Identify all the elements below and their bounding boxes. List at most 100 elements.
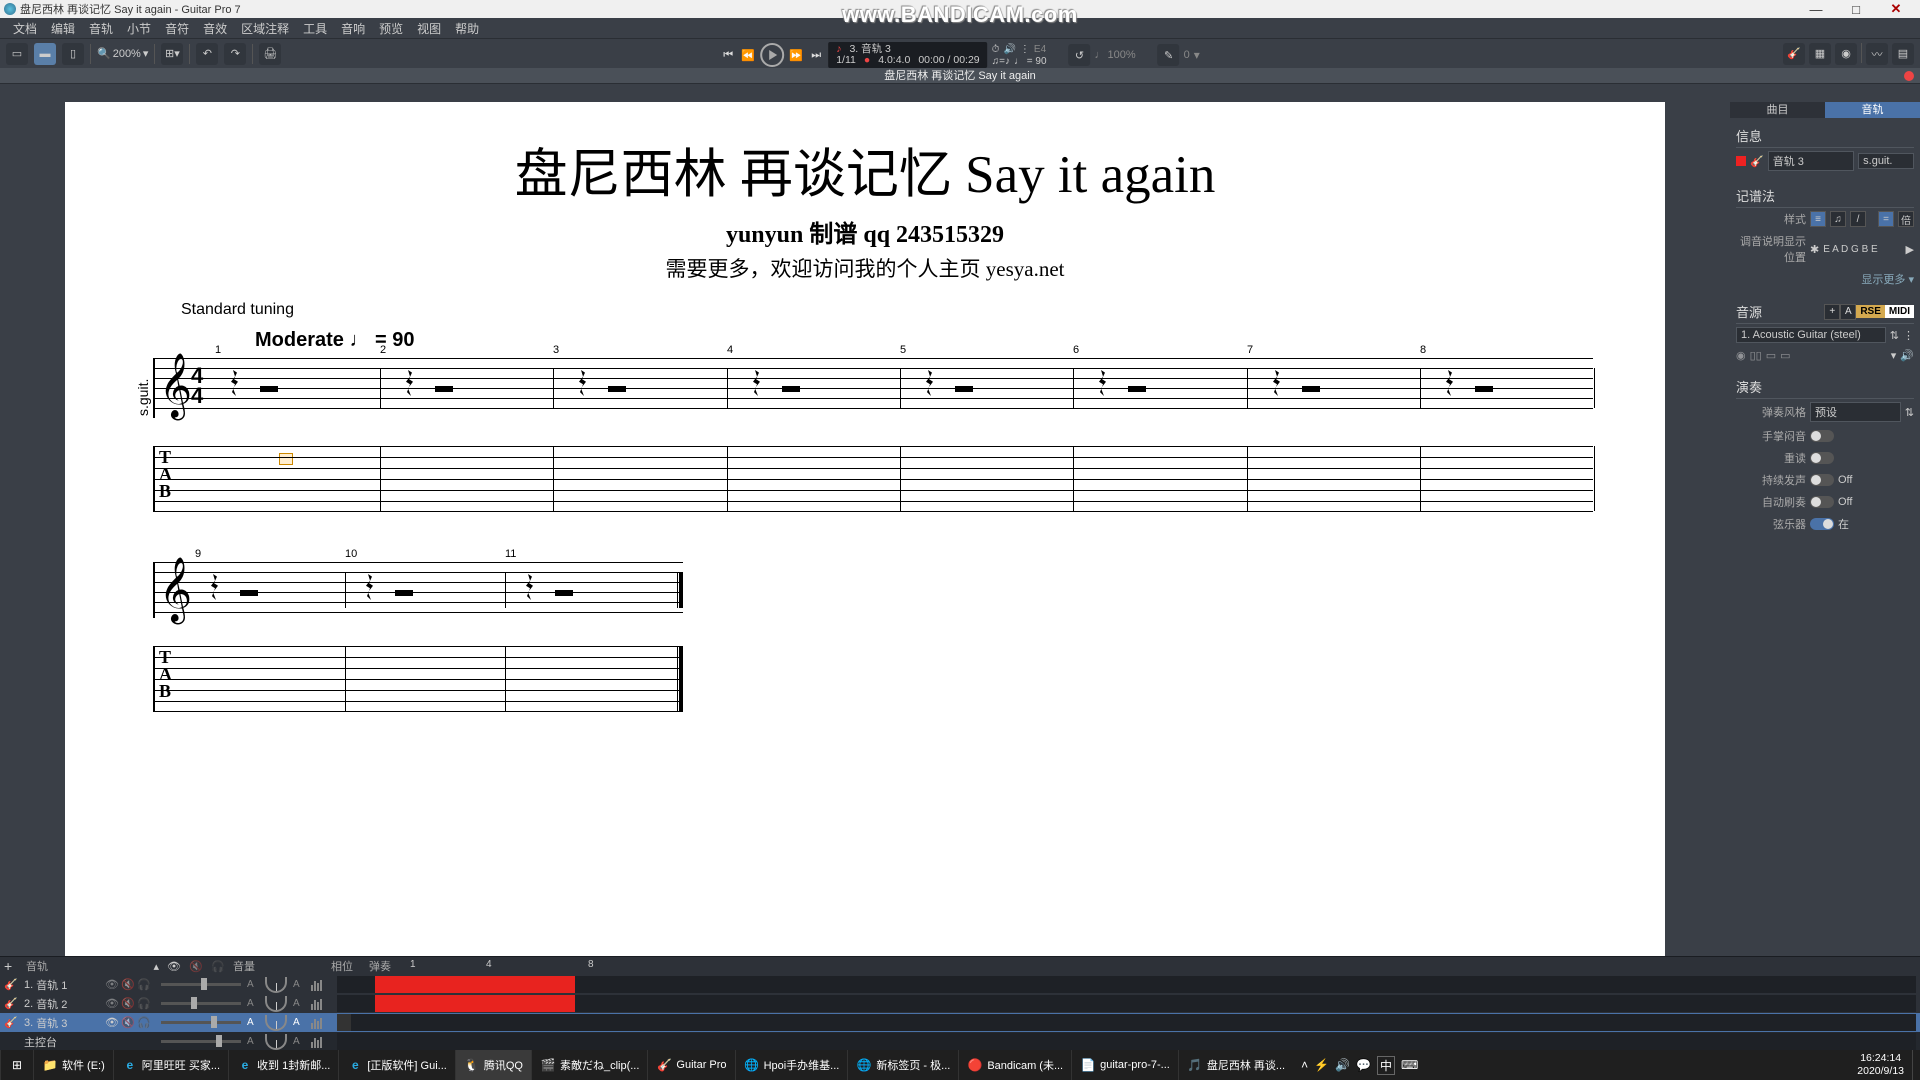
taskbar-item[interactable]: 🐧腾讯QQ (455, 1050, 531, 1080)
sound-options-icon[interactable]: ⇅ (1890, 329, 1899, 342)
palm-mute-toggle[interactable] (1810, 430, 1834, 442)
taskbar-clock[interactable]: 16:24:14 2020/9/13 (1849, 1052, 1912, 1078)
track-row[interactable]: 🎸 3.音轨 3 👁🔇🎧 A A (0, 1013, 1920, 1032)
document-tab[interactable]: 盘尼西林 再谈记忆 Say it again (0, 68, 1920, 84)
taskbar-item[interactable]: 🎬素敵だね_clip(... (531, 1050, 647, 1080)
taskbar-item[interactable]: 📄guitar-pro-7-... (1071, 1050, 1178, 1080)
add-sound-button[interactable]: + (1824, 304, 1840, 320)
tray-icon[interactable]: ⚡ (1314, 1058, 1329, 1072)
sound-menu-icon[interactable]: ⋮ (1903, 329, 1914, 342)
autobrush-toggle[interactable] (1810, 496, 1834, 508)
maximize-button[interactable]: □ (1836, 2, 1876, 17)
menu-section[interactable]: 区域注释 (234, 20, 296, 37)
volume-slider[interactable] (161, 983, 241, 986)
show-desktop-button[interactable] (1912, 1050, 1920, 1080)
style-opt2[interactable]: ♫ (1830, 211, 1846, 227)
style-opt3[interactable]: / (1850, 211, 1866, 227)
tray-icon[interactable]: 🔊 (1335, 1058, 1350, 1072)
taskbar-item[interactable]: 🎵盘尼西林 再谈... (1178, 1050, 1293, 1080)
solo-icon[interactable]: 🎧 (137, 1016, 149, 1029)
track-row[interactable]: 🎸 2.音轨 2 👁🔇🎧 A A (0, 994, 1920, 1013)
mute-icon[interactable]: 🔇 (121, 1016, 133, 1029)
volume-slider[interactable] (161, 1040, 241, 1043)
rewind-button[interactable]: ⏪ (740, 47, 756, 63)
eye-icon[interactable]: 👁 (105, 978, 117, 991)
solo-icon[interactable]: 🎧 (137, 997, 149, 1010)
fx2-icon[interactable]: ▭ (1780, 349, 1790, 362)
menu-bar-item[interactable]: 小节 (120, 20, 158, 37)
collapse-icon[interactable]: ▴ (109, 960, 159, 973)
auto-button[interactable]: A (247, 1017, 259, 1028)
auto-button[interactable]: A (247, 998, 259, 1009)
guitar-icon[interactable]: 🎸 (1783, 43, 1805, 65)
menu-sound[interactable]: 音响 (334, 20, 372, 37)
tray-icon[interactable]: 💬 (1356, 1058, 1371, 1072)
taskbar-item[interactable]: 🌐新标签页 - 极... (847, 1050, 958, 1080)
track-short-input[interactable]: s.guit. (1858, 153, 1914, 169)
score-viewport[interactable]: 盘尼西林 再谈记忆 Say it again yunyun 制谱 qq 2435… (0, 102, 1730, 956)
menu-tools[interactable]: 工具 (296, 20, 334, 37)
rewind-start-button[interactable]: ⏮ (720, 47, 736, 63)
rse-badge[interactable]: RSE (1856, 305, 1885, 318)
forward-end-button[interactable]: ⏭ (808, 47, 824, 63)
taskbar-item[interactable]: 📁软件 (E:) (33, 1050, 113, 1080)
strum-select[interactable]: 预设 (1810, 402, 1901, 422)
pan-knob[interactable] (265, 977, 287, 993)
track-color-swatch[interactable] (1736, 156, 1746, 166)
system-tray[interactable]: ˄ ⚡ 🔊 💬 中 ⌨ (1293, 1056, 1426, 1075)
solo-icon[interactable]: 🎧 (137, 978, 149, 991)
sustain-toggle[interactable] (1810, 474, 1834, 486)
track-row[interactable]: 🎸 1.音轨 1 👁🔇🎧 A A (0, 975, 1920, 994)
eye-icon[interactable]: 👁 (105, 997, 117, 1010)
eq-icon[interactable]: ▯▯ (1750, 349, 1762, 362)
menu-note[interactable]: 音符 (158, 20, 196, 37)
eq-icon[interactable] (311, 998, 331, 1010)
menu-effect[interactable]: 音效 (196, 20, 234, 37)
taskbar-item[interactable]: 🔴Bandicam (未... (958, 1050, 1071, 1080)
sound-select[interactable]: 1. Acoustic Guitar (steel) (1736, 327, 1886, 343)
track-timeline[interactable] (337, 1014, 1916, 1031)
redo-button[interactable]: ↷ (224, 43, 246, 65)
zoom-control[interactable]: 🔍 200% ▾ (97, 47, 148, 60)
fx-icon[interactable]: ▭ (1766, 349, 1776, 362)
tuner-icon[interactable]: 〰 (1866, 43, 1888, 65)
add-track-button[interactable]: + (4, 958, 18, 974)
mute-icon[interactable]: 🔇 (121, 978, 133, 991)
metronome-icon[interactable]: 🔊 (1003, 44, 1015, 55)
notation-staff[interactable]: 𝄞 9 10 11 (153, 562, 683, 618)
layout-icon[interactable]: ⊞▾ (161, 43, 183, 65)
accent-toggle[interactable] (1810, 452, 1834, 464)
style-opt5[interactable]: 倍 (1898, 211, 1914, 227)
tab-song[interactable]: 曲目 (1730, 102, 1825, 118)
track-name-input[interactable]: 音轨 3 (1768, 151, 1854, 171)
menu-help[interactable]: 帮助 (448, 20, 486, 37)
notation-staff[interactable]: 𝄞 44 1 2 3 4 5 6 7 8 (153, 358, 1593, 418)
volume-icon[interactable]: 🔊 (1900, 349, 1914, 362)
pan-knob[interactable] (265, 1015, 287, 1031)
a-button[interactable]: A (1840, 304, 1856, 320)
taskbar-item[interactable]: e收到 1封新邮... (228, 1050, 338, 1080)
volume-slider[interactable] (161, 1021, 241, 1024)
settings-icon[interactable]: ⋮ (1020, 44, 1030, 55)
tab-staff[interactable]: TAB (153, 646, 683, 712)
eq-icon[interactable] (311, 1017, 331, 1029)
speed-display[interactable]: 100% (1108, 49, 1136, 61)
volume-slider[interactable] (161, 1002, 241, 1005)
minimize-button[interactable]: — (1796, 2, 1836, 17)
tuning-fork-icon[interactable]: ✎ (1158, 44, 1180, 66)
loop-button[interactable]: ↺ (1069, 44, 1091, 66)
taskbar-item[interactable]: e[正版软件] Gui... (338, 1050, 454, 1080)
tab-staff[interactable]: TAB (153, 446, 1593, 512)
midi-badge[interactable]: MIDI (1885, 305, 1914, 318)
pan-knob[interactable] (265, 996, 287, 1012)
forward-button[interactable]: ⏩ (788, 47, 804, 63)
track-timeline[interactable] (337, 995, 1916, 1012)
menu-edit[interactable]: 编辑 (44, 20, 82, 37)
menu-view[interactable]: 视图 (410, 20, 448, 37)
play-tuning-icon[interactable]: ▶ (1906, 243, 1914, 256)
close-button[interactable]: ✕ (1876, 1, 1916, 17)
menu-preview[interactable]: 预览 (372, 20, 410, 37)
menu-track[interactable]: 音轨 (82, 20, 120, 37)
view-single-icon[interactable]: ▭ (6, 43, 28, 65)
tray-up-icon[interactable]: ˄ (1301, 1058, 1308, 1072)
